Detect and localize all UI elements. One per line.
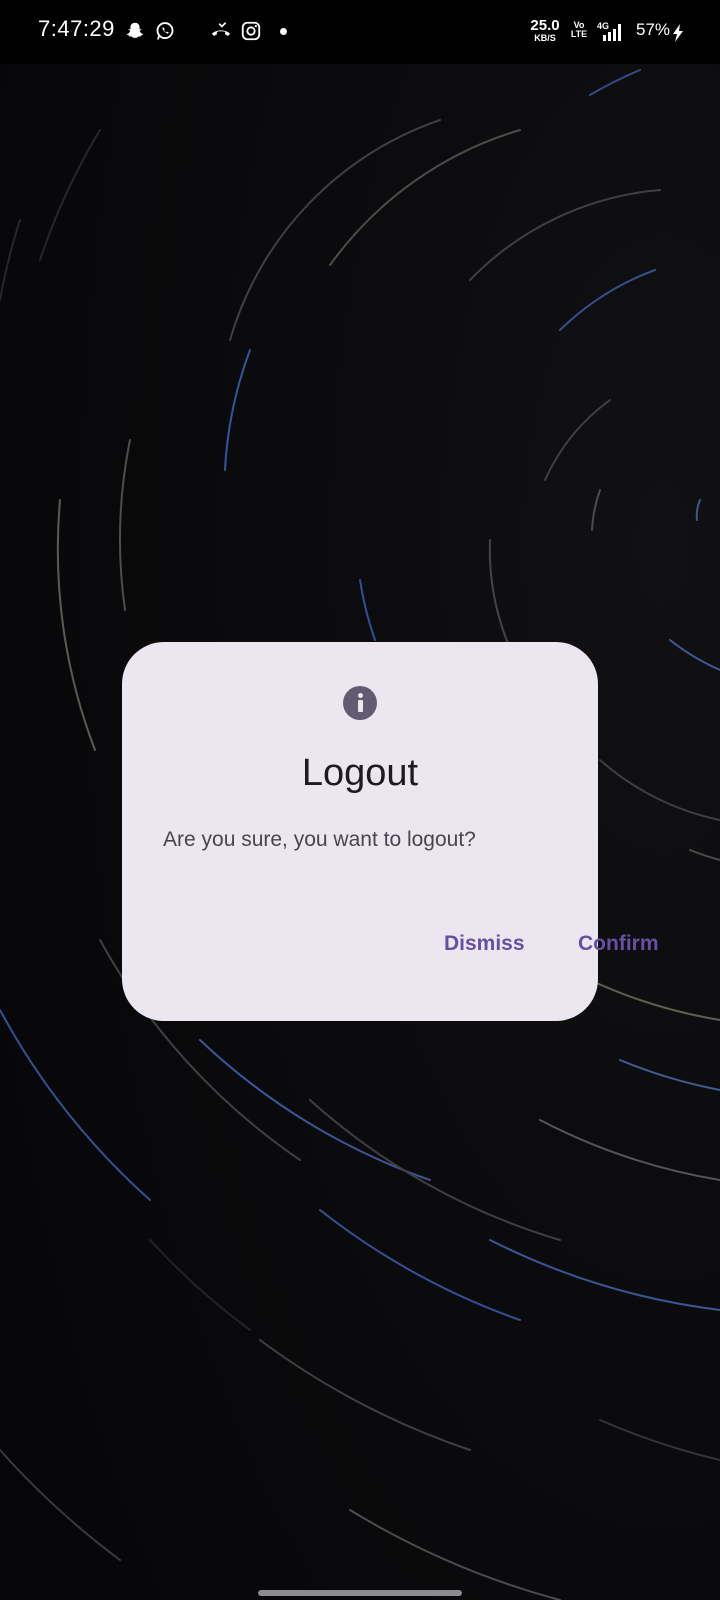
dialog-message: Are you sure, you want to logout? (163, 828, 476, 851)
volte-icon: Vo LTE (568, 21, 590, 39)
snapchat-icon (124, 20, 146, 42)
status-time: 7:47:29 (38, 16, 115, 41)
confirm-button[interactable]: Confirm (566, 920, 671, 968)
network-speed-value: 25.0 (530, 17, 560, 34)
volte-line2: LTE (570, 29, 588, 39)
battery-level: 57% (636, 20, 671, 39)
network-speed: 25.0 KB/S (528, 18, 562, 43)
home-gesture-bar[interactable] (258, 1590, 462, 1596)
svg-text:4G: 4G (597, 21, 609, 31)
info-icon (343, 686, 377, 720)
dismiss-button[interactable]: Dismiss (432, 920, 537, 968)
logout-dialog: Logout Are you sure, you want to logout?… (122, 642, 659, 1021)
screen: 7:47:29 25.0 KB/S Vo LTE 4G 57% Logout A… (0, 0, 720, 1600)
whatsapp-icon (154, 20, 176, 42)
network-speed-unit: KB/S (534, 33, 556, 43)
instagram-icon (240, 20, 262, 42)
charging-icon (673, 24, 683, 42)
signal-4g-icon: 4G (597, 21, 621, 41)
status-bar: 7:47:29 25.0 KB/S Vo LTE 4G 57% (0, 0, 720, 64)
missed-call-icon (210, 20, 232, 42)
notification-dot (280, 28, 287, 35)
dialog-title: Logout (301, 752, 419, 794)
